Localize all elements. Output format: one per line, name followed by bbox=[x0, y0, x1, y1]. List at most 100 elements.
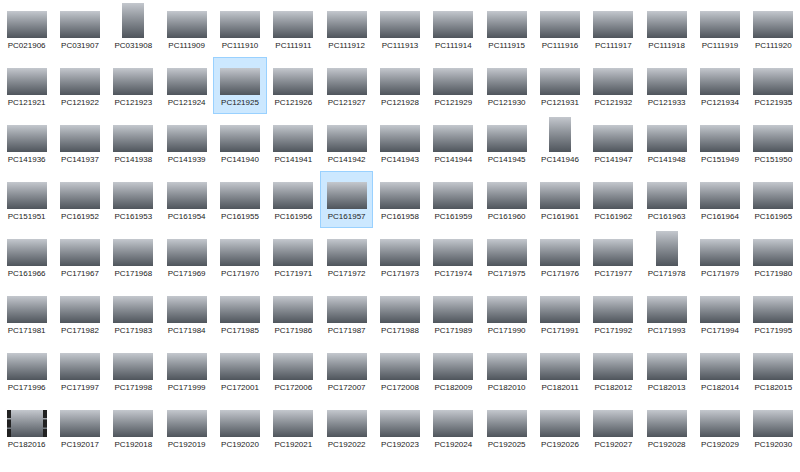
file-item[interactable]: PC111916 bbox=[533, 0, 586, 57]
file-item[interactable]: PC192027 bbox=[587, 399, 640, 456]
file-item[interactable]: PC171967 bbox=[53, 228, 106, 285]
file-item[interactable]: PC171992 bbox=[587, 285, 640, 342]
file-item[interactable]: PC121928 bbox=[373, 57, 426, 114]
file-item[interactable]: PC171987 bbox=[320, 285, 373, 342]
file-item[interactable]: PC192026 bbox=[533, 399, 586, 456]
file-item[interactable]: PC182010 bbox=[480, 342, 533, 399]
file-item[interactable]: PC141947 bbox=[587, 114, 640, 171]
file-item[interactable]: PC111913 bbox=[373, 0, 426, 57]
file-item[interactable]: PC171981 bbox=[0, 285, 53, 342]
file-item[interactable]: PC171995 bbox=[747, 285, 800, 342]
file-item[interactable]: PC141937 bbox=[53, 114, 106, 171]
file-item[interactable]: PC172008 bbox=[373, 342, 426, 399]
file-item[interactable]: PC182013 bbox=[640, 342, 693, 399]
file-item[interactable]: PC031908 bbox=[107, 0, 160, 57]
file-item[interactable]: PC171988 bbox=[373, 285, 426, 342]
file-item[interactable]: PC192019 bbox=[160, 399, 213, 456]
file-item[interactable]: PC121921 bbox=[0, 57, 53, 114]
file-item[interactable]: PC182015 bbox=[747, 342, 800, 399]
file-item[interactable]: PC192028 bbox=[640, 399, 693, 456]
file-item[interactable]: PC172006 bbox=[267, 342, 320, 399]
file-item[interactable]: PC111911 bbox=[267, 0, 320, 57]
file-item[interactable]: PC111919 bbox=[693, 0, 746, 57]
file-item[interactable]: PC171998 bbox=[107, 342, 160, 399]
file-item[interactable]: PC031907 bbox=[53, 0, 106, 57]
file-item[interactable]: PC111917 bbox=[587, 0, 640, 57]
file-item[interactable]: PC161957 bbox=[320, 171, 373, 228]
file-item[interactable]: PC141945 bbox=[480, 114, 533, 171]
file-item[interactable]: PC192030 bbox=[747, 399, 800, 456]
file-item[interactable]: PC171983 bbox=[107, 285, 160, 342]
file-item[interactable]: PC171973 bbox=[373, 228, 426, 285]
file-item[interactable]: PC192029 bbox=[693, 399, 746, 456]
file-item[interactable]: PC192020 bbox=[213, 399, 266, 456]
file-item[interactable]: PC161965 bbox=[747, 171, 800, 228]
file-item[interactable]: PC171990 bbox=[480, 285, 533, 342]
file-item[interactable]: PC161953 bbox=[107, 171, 160, 228]
file-item[interactable]: PC141948 bbox=[640, 114, 693, 171]
file-item[interactable]: PC121932 bbox=[587, 57, 640, 114]
file-item[interactable]: PC111914 bbox=[427, 0, 480, 57]
file-item[interactable]: PC151951 bbox=[0, 171, 53, 228]
file-item[interactable]: PC121929 bbox=[427, 57, 480, 114]
file-item[interactable]: PC111909 bbox=[160, 0, 213, 57]
file-item[interactable]: PC192022 bbox=[320, 399, 373, 456]
file-item[interactable]: PC151949 bbox=[693, 114, 746, 171]
file-item[interactable]: PC182012 bbox=[587, 342, 640, 399]
file-item[interactable]: PC121935 bbox=[747, 57, 800, 114]
file-item[interactable]: PC121923 bbox=[107, 57, 160, 114]
file-item[interactable]: PC192025 bbox=[480, 399, 533, 456]
file-item[interactable]: PC121927 bbox=[320, 57, 373, 114]
file-item[interactable]: PC121922 bbox=[53, 57, 106, 114]
file-item[interactable]: PC171968 bbox=[107, 228, 160, 285]
file-item[interactable]: PC121925 bbox=[213, 57, 266, 114]
file-item[interactable]: PC171982 bbox=[53, 285, 106, 342]
file-item[interactable]: PC171985 bbox=[213, 285, 266, 342]
file-item[interactable]: PC121931 bbox=[533, 57, 586, 114]
file-item[interactable]: PC171993 bbox=[640, 285, 693, 342]
file-item[interactable]: PC111920 bbox=[747, 0, 800, 57]
file-item[interactable]: PC171999 bbox=[160, 342, 213, 399]
file-item[interactable]: PC171997 bbox=[53, 342, 106, 399]
file-item[interactable]: PC172007 bbox=[320, 342, 373, 399]
file-item[interactable]: PC161956 bbox=[267, 171, 320, 228]
file-item[interactable]: PC141946 bbox=[533, 114, 586, 171]
file-item[interactable]: PC121926 bbox=[267, 57, 320, 114]
file-item[interactable]: PC171994 bbox=[693, 285, 746, 342]
file-item[interactable]: PC121924 bbox=[160, 57, 213, 114]
file-item[interactable]: PC182009 bbox=[427, 342, 480, 399]
file-item[interactable]: PC171996 bbox=[0, 342, 53, 399]
file-item[interactable]: PC171969 bbox=[160, 228, 213, 285]
file-item[interactable]: PC141942 bbox=[320, 114, 373, 171]
file-item[interactable]: PC111912 bbox=[320, 0, 373, 57]
file-item[interactable]: PC171979 bbox=[693, 228, 746, 285]
file-item[interactable]: PC141943 bbox=[373, 114, 426, 171]
file-item[interactable]: PC161961 bbox=[533, 171, 586, 228]
file-item[interactable]: PC111918 bbox=[640, 0, 693, 57]
file-item[interactable]: PC171971 bbox=[267, 228, 320, 285]
file-item[interactable]: PC161963 bbox=[640, 171, 693, 228]
file-item[interactable]: PC141938 bbox=[107, 114, 160, 171]
file-item[interactable]: PC141940 bbox=[213, 114, 266, 171]
file-item[interactable]: PC171977 bbox=[587, 228, 640, 285]
file-item[interactable]: PC171984 bbox=[160, 285, 213, 342]
file-item[interactable]: PC111915 bbox=[480, 0, 533, 57]
file-item[interactable]: PC151950 bbox=[747, 114, 800, 171]
file-item[interactable]: PC161952 bbox=[53, 171, 106, 228]
file-item[interactable]: PC161958 bbox=[373, 171, 426, 228]
file-item[interactable]: PC192021 bbox=[267, 399, 320, 456]
file-item[interactable]: PC171980 bbox=[747, 228, 800, 285]
file-item[interactable]: PC192023 bbox=[373, 399, 426, 456]
file-item[interactable]: PC171989 bbox=[427, 285, 480, 342]
file-item[interactable]: PC182014 bbox=[693, 342, 746, 399]
file-item[interactable]: PC161960 bbox=[480, 171, 533, 228]
file-item[interactable]: PC161954 bbox=[160, 171, 213, 228]
file-item[interactable]: PC121933 bbox=[640, 57, 693, 114]
file-item[interactable]: PC141944 bbox=[427, 114, 480, 171]
file-item[interactable]: PC141939 bbox=[160, 114, 213, 171]
file-item[interactable]: PC161962 bbox=[587, 171, 640, 228]
file-item[interactable]: PC161964 bbox=[693, 171, 746, 228]
file-item[interactable]: PC182011 bbox=[533, 342, 586, 399]
file-item[interactable]: PC141936 bbox=[0, 114, 53, 171]
file-item[interactable]: PC192017 bbox=[53, 399, 106, 456]
